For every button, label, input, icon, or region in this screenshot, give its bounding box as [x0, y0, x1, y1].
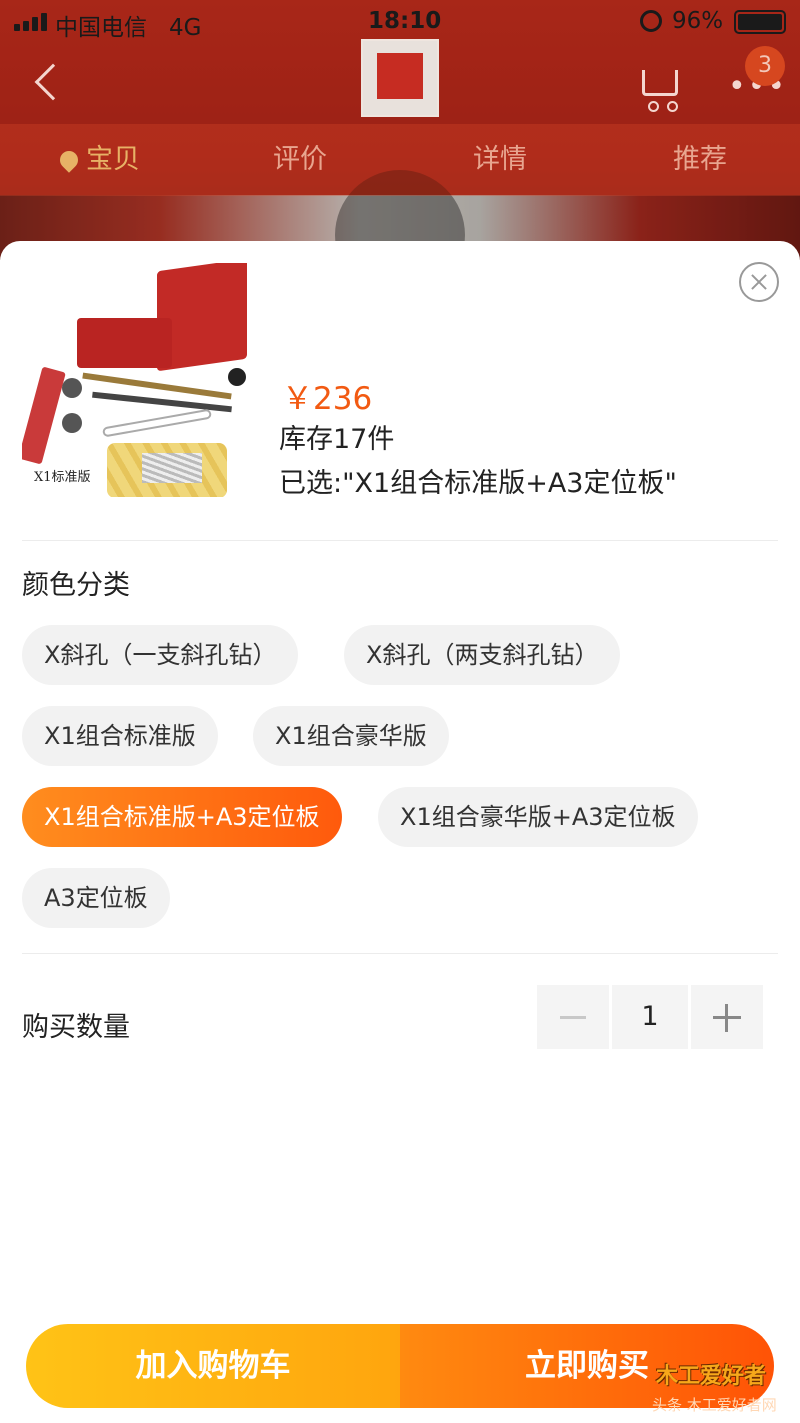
- status-time: 18:10: [368, 8, 442, 34]
- add-to-cart-button[interactable]: 加入购物车: [26, 1324, 400, 1408]
- quantity-value[interactable]: 1: [612, 985, 688, 1049]
- option-x1-deluxe-a3[interactable]: X1组合豪华版+A3定位板: [378, 787, 698, 847]
- product-thumbnail: [361, 39, 439, 117]
- option-x1-standard-a3[interactable]: X1组合标准版+A3定位板: [22, 787, 342, 847]
- option-x-one-bit[interactable]: X斜孔（一支斜孔钻）: [22, 625, 299, 685]
- watermark: 木工爱好者 头条 木工爱好者网: [652, 1358, 786, 1418]
- tab-recommend[interactable]: 推荐: [600, 124, 800, 196]
- sku-selection-sheet: X1标准版 ￥236 库存17件 已选:"X1组合标准版+A3定位板" 颜色分类…: [0, 241, 800, 1423]
- battery-icon: [734, 10, 786, 34]
- option-x1-standard[interactable]: X1组合标准版: [22, 706, 218, 766]
- product-image-caption: X1标准版: [34, 470, 91, 485]
- cart-icon[interactable]: [642, 70, 678, 112]
- tab-details[interactable]: 详情: [400, 124, 600, 196]
- carrier-label: 中国电信 4G: [55, 15, 202, 41]
- status-bar: 中国电信 4G 18:10 96%: [0, 0, 800, 44]
- back-icon[interactable]: [34, 63, 72, 101]
- page-tabs: 宝贝 评价 详情 推荐: [0, 124, 800, 196]
- decrease-quantity-button[interactable]: [537, 985, 609, 1049]
- close-icon[interactable]: [739, 262, 779, 302]
- location-pin-icon: [56, 147, 82, 173]
- watermark-logo: 木工爱好者: [656, 1364, 767, 1389]
- quantity-stepper: 1: [537, 985, 763, 1049]
- tab-baobei[interactable]: 宝贝: [0, 124, 200, 196]
- signal-icon: [14, 13, 47, 31]
- divider: [22, 540, 778, 541]
- quantity-title: 购买数量: [22, 1012, 130, 1043]
- divider: [22, 953, 778, 954]
- alarm-icon: [640, 10, 662, 32]
- option-x-two-bits[interactable]: X斜孔（两支斜孔钻）: [344, 625, 621, 685]
- watermark-source: 头条 木工爱好者网: [652, 1396, 777, 1414]
- product-price: ￥236: [282, 381, 373, 417]
- cart-badge: 3: [745, 46, 785, 86]
- stock-count: 库存17件: [279, 424, 395, 455]
- top-nav: ••• 3: [0, 39, 800, 124]
- increase-quantity-button[interactable]: [691, 985, 763, 1049]
- color-section-title: 颜色分类: [22, 570, 130, 601]
- option-a3-board[interactable]: A3定位板: [22, 868, 170, 928]
- option-x1-deluxe[interactable]: X1组合豪华版: [253, 706, 449, 766]
- product-image: X1标准版: [22, 263, 254, 497]
- background-product-page: 中国电信 4G 18:10 96% ••• 3 宝贝 评价 详情 推荐: [0, 0, 800, 260]
- tab-reviews[interactable]: 评价: [200, 124, 400, 196]
- selected-variant: 已选:"X1组合标准版+A3定位板": [279, 468, 677, 499]
- battery-percent: 96%: [672, 8, 724, 34]
